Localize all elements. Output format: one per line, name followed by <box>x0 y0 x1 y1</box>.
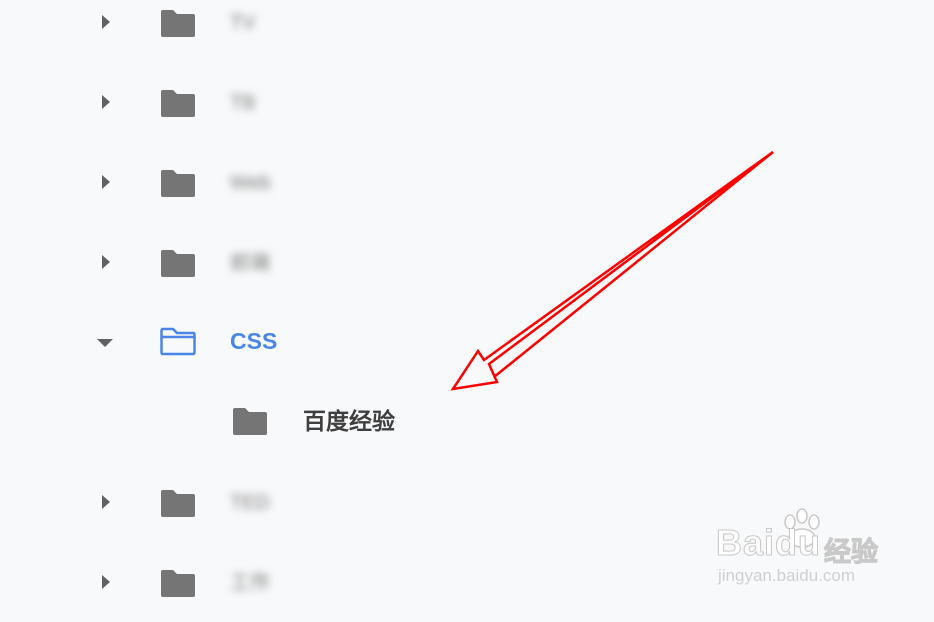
folder-icon <box>160 488 196 518</box>
folder-icon <box>160 8 196 38</box>
caret-right-icon[interactable] <box>96 572 116 592</box>
folder-icon <box>160 568 196 598</box>
tree-item-child[interactable]: 百度经验 <box>0 382 700 462</box>
folder-icon <box>232 406 268 436</box>
caret-right-icon[interactable] <box>96 252 116 272</box>
caret-down-icon[interactable] <box>95 332 115 352</box>
tree-item[interactable]: 工作 <box>0 542 700 622</box>
tree-item-label: CSS <box>230 328 278 354</box>
tree-item-label: Web <box>230 172 271 194</box>
folder-tree: TV TB Web 前端 CSS 百度经验 TED 工作 <box>0 0 934 610</box>
folder-open-icon <box>160 326 196 356</box>
tree-item-label: 前端 <box>230 252 270 274</box>
folder-icon <box>160 248 196 278</box>
folder-icon <box>160 88 196 118</box>
tree-item-label: TB <box>230 92 256 114</box>
tree-item-label: 工作 <box>230 572 270 594</box>
caret-right-icon[interactable] <box>96 492 116 512</box>
tree-item-label: 百度经验 <box>303 408 395 434</box>
folder-icon <box>160 168 196 198</box>
tree-item-css[interactable]: CSS <box>0 302 700 382</box>
caret-right-icon[interactable] <box>96 92 116 112</box>
tree-item[interactable]: 前端 <box>0 222 700 302</box>
tree-item-label: TV <box>230 12 256 34</box>
tree-item[interactable]: TB <box>0 62 700 142</box>
tree-item[interactable]: TV <box>0 0 700 62</box>
tree-item-label: TED <box>230 492 270 514</box>
tree-item[interactable]: TED <box>0 462 700 542</box>
caret-right-icon[interactable] <box>96 12 116 32</box>
tree-item[interactable]: Web <box>0 142 700 222</box>
caret-right-icon[interactable] <box>96 172 116 192</box>
